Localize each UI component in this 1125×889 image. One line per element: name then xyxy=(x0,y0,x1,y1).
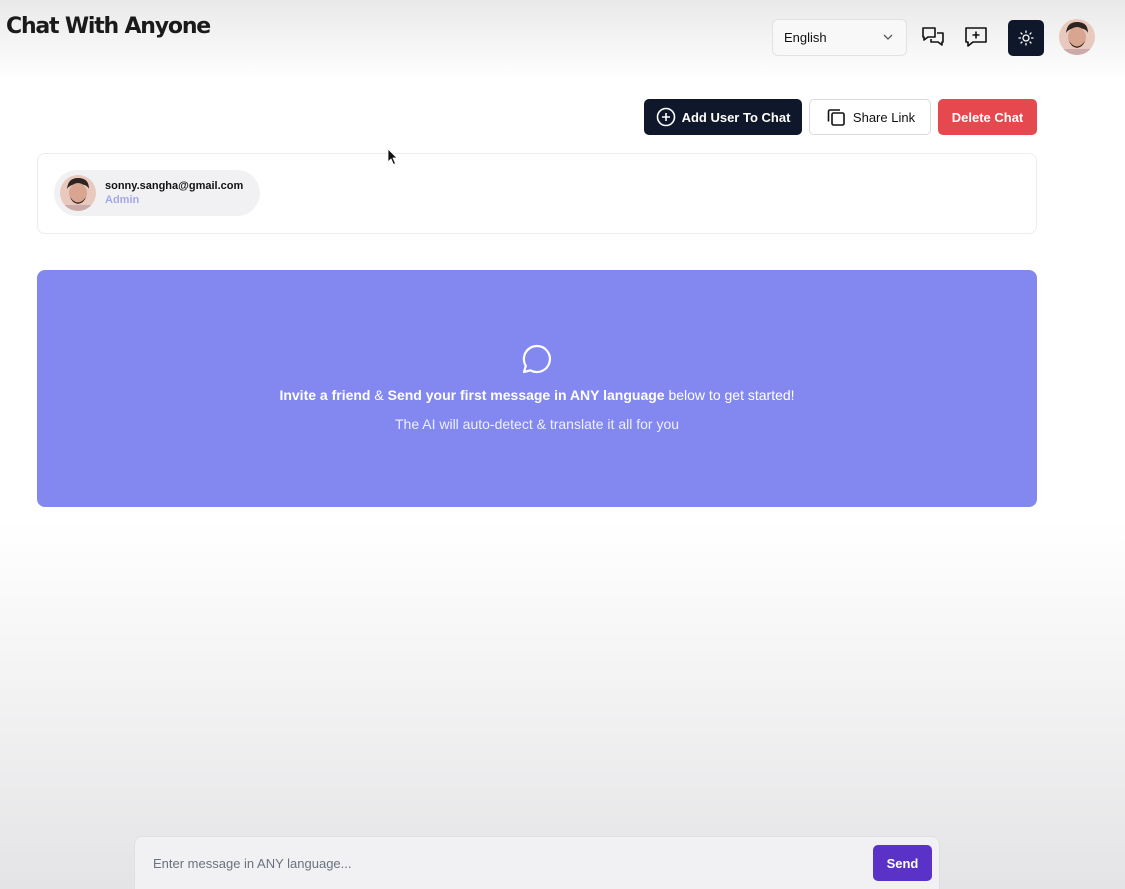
chat-members-panel: sonny.sangha@gmail.com Admin xyxy=(37,153,1037,234)
chat-bubble-icon xyxy=(522,344,552,374)
language-select[interactable]: English xyxy=(772,19,907,56)
banner-headline: Invite a friend & Send your first messag… xyxy=(37,387,1037,403)
plus-circle-icon xyxy=(656,107,675,127)
banner-invite-text: Invite a friend xyxy=(279,387,371,403)
delete-chat-button[interactable]: Delete Chat xyxy=(938,99,1037,135)
mouse-pointer-icon xyxy=(387,148,398,166)
member-role: Admin xyxy=(105,194,140,206)
chat-list-icon[interactable] xyxy=(920,24,946,50)
add-user-label: Add User To Chat xyxy=(681,109,791,125)
banner-amp: & xyxy=(370,387,388,403)
language-select-value: English xyxy=(784,30,827,45)
empty-chat-banner: Invite a friend & Send your first messag… xyxy=(37,270,1037,507)
send-button[interactable]: Send xyxy=(873,845,932,881)
sun-icon xyxy=(1018,30,1034,46)
copy-icon xyxy=(827,109,845,126)
member-email: sonny.sangha@gmail.com xyxy=(105,180,244,192)
banner-tail: below to get started! xyxy=(664,387,795,403)
banner-subtext: The AI will auto-detect & translate it a… xyxy=(394,416,680,432)
message-input[interactable] xyxy=(143,845,863,881)
member-badge: sonny.sangha@gmail.com Admin xyxy=(54,170,260,216)
delete-chat-label: Delete Chat xyxy=(951,109,1024,125)
message-composer: Send xyxy=(134,836,940,889)
banner-send-text: Send your first message in ANY language xyxy=(387,387,665,403)
header: Chat With Anyone English xyxy=(0,0,1125,75)
theme-toggle-button[interactable] xyxy=(1008,20,1044,56)
share-link-button[interactable]: Share Link xyxy=(809,99,931,135)
chevron-down-icon xyxy=(883,34,893,40)
add-user-button[interactable]: Add User To Chat xyxy=(644,99,802,135)
app-logo[interactable]: Chat With Anyone xyxy=(6,14,211,39)
member-avatar xyxy=(60,175,96,211)
new-chat-icon[interactable] xyxy=(963,24,989,50)
share-link-label: Share Link xyxy=(852,109,916,125)
user-avatar[interactable] xyxy=(1059,19,1095,55)
